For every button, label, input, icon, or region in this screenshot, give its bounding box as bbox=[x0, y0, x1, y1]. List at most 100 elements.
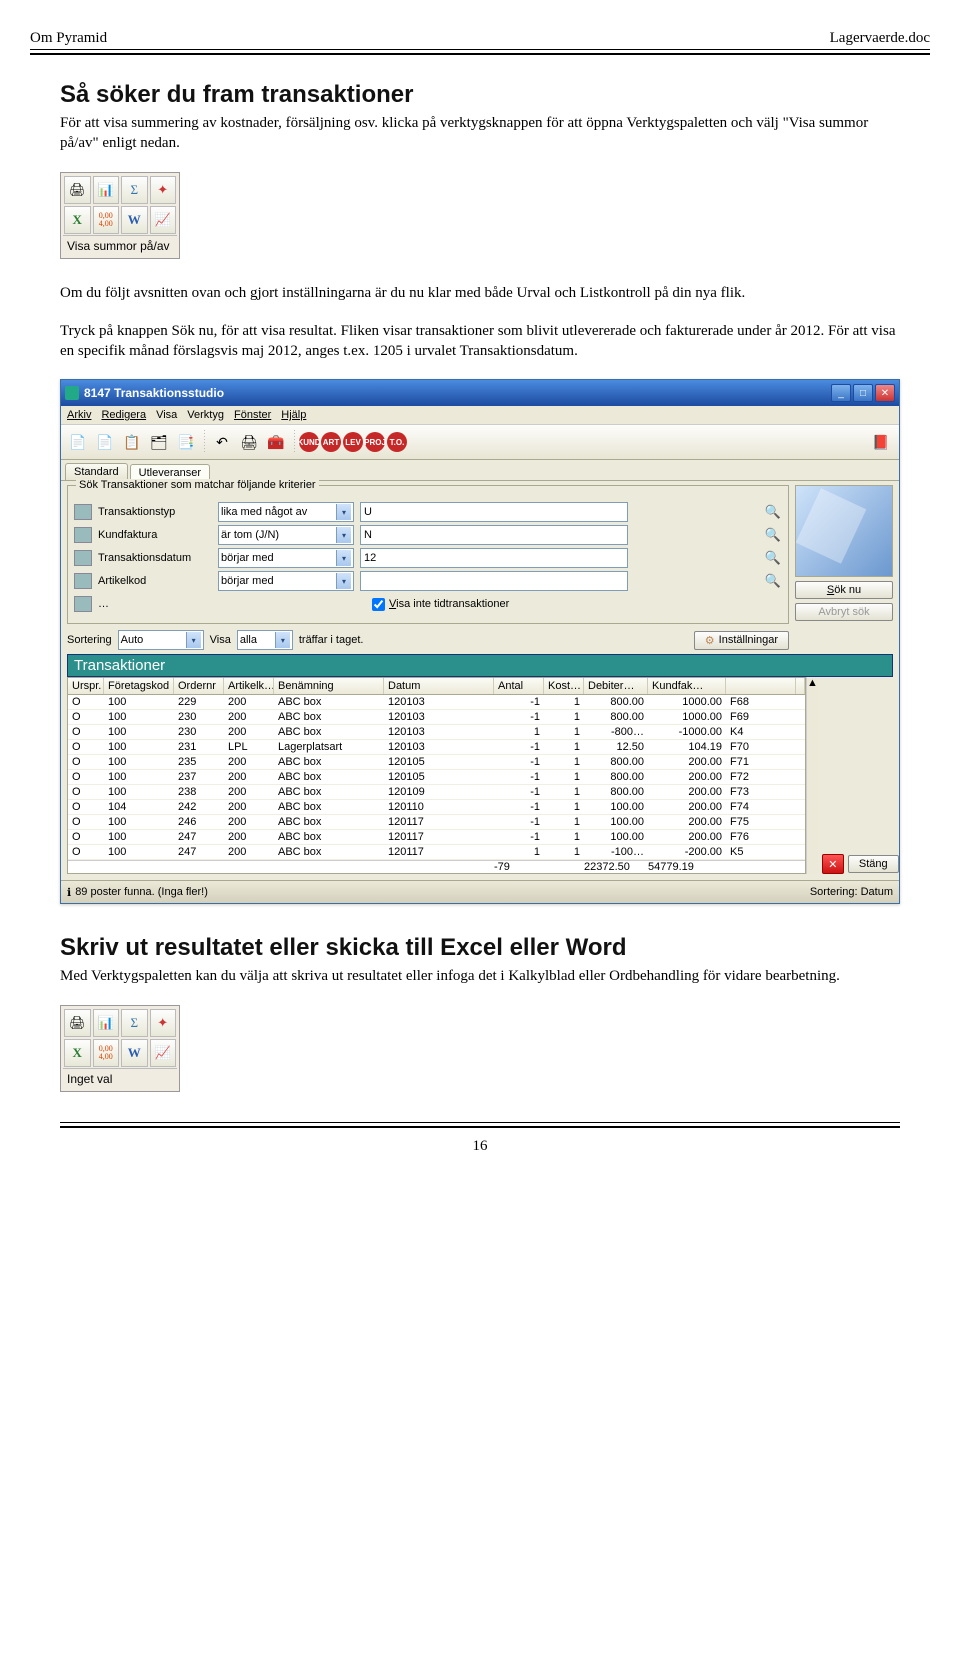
scrollbar-vertical[interactable]: ▲ bbox=[806, 677, 818, 874]
criteria-value-input[interactable]: U bbox=[360, 502, 628, 522]
table-cell: ABC box bbox=[274, 695, 384, 709]
col-datum[interactable]: Datum bbox=[384, 678, 494, 694]
col-foretagskod[interactable]: Företagskod bbox=[104, 678, 174, 694]
table-row[interactable]: O100247200ABC box12011711-100…-200.00K5 bbox=[68, 845, 805, 860]
sparkle-icon[interactable]: ✦ bbox=[150, 176, 177, 204]
table-row[interactable]: O100247200ABC box120117-11100.00200.00F7… bbox=[68, 830, 805, 845]
card-icon[interactable]: 🗂 bbox=[146, 429, 172, 455]
form-icon[interactable]: 📋 bbox=[119, 429, 145, 455]
chart-icon[interactable]: 📊 bbox=[93, 176, 120, 204]
col-urspr[interactable]: Urspr. bbox=[68, 678, 104, 694]
sum-cell bbox=[174, 861, 224, 873]
close-x-icon[interactable]: ✕ bbox=[822, 854, 844, 874]
new-doc-icon[interactable]: 📄 bbox=[65, 429, 91, 455]
criteria-value-input[interactable]: 12 bbox=[360, 548, 628, 568]
col-artikelk[interactable]: Artikelk… bbox=[224, 678, 274, 694]
titlebar[interactable]: 8147 Transaktionsstudio _ □ ✕ bbox=[61, 380, 899, 406]
tool-palette-2: 🖨 📊 Σ ✦ X 0,004,00 W 📈 Inget val bbox=[60, 1005, 180, 1092]
table-cell: O bbox=[68, 725, 104, 739]
table-row[interactable]: O104242200ABC box120110-11100.00200.00F7… bbox=[68, 800, 805, 815]
app-window: 8147 Transaktionsstudio _ □ ✕ Arkiv Redi… bbox=[60, 379, 900, 904]
menu-redigera-label: Redigera bbox=[101, 409, 146, 421]
criteria-value-input[interactable]: N bbox=[360, 525, 628, 545]
excel-icon[interactable]: X bbox=[64, 1039, 91, 1067]
table-row[interactable]: O100238200ABC box120109-11800.00200.00F7… bbox=[68, 785, 805, 800]
table-row[interactable]: O100230200ABC box120103-11800.001000.00F… bbox=[68, 710, 805, 725]
col-antal[interactable]: Antal bbox=[494, 678, 544, 694]
word-icon[interactable]: W bbox=[121, 1039, 148, 1067]
sort-combo[interactable]: Auto ▾ bbox=[118, 630, 204, 650]
search-icon[interactable]: 🔍 bbox=[764, 549, 782, 567]
chart-add-icon[interactable]: 📈 bbox=[150, 206, 177, 234]
col-benamning[interactable]: Benämning bbox=[274, 678, 384, 694]
stang-button[interactable]: Stäng bbox=[848, 855, 899, 873]
table-row[interactable]: O100229200ABC box120103-11800.001000.00F… bbox=[68, 695, 805, 710]
table-row[interactable]: O100237200ABC box120105-11800.00200.00F7… bbox=[68, 770, 805, 785]
round-to-icon[interactable]: T.O. bbox=[387, 432, 407, 452]
search-icon[interactable]: 🔍 bbox=[764, 526, 782, 544]
search-icon[interactable]: 🔍 bbox=[764, 572, 782, 590]
table-row[interactable]: O100231LPLLagerplatsart120103-1112.50104… bbox=[68, 740, 805, 755]
settings-button-label: Inställningar bbox=[719, 634, 778, 646]
criteria-operator-combo[interactable]: börjar med ▾ bbox=[218, 548, 354, 568]
criteria-value-input[interactable] bbox=[360, 571, 628, 591]
col-extra[interactable] bbox=[726, 678, 796, 694]
round-lev-icon[interactable]: LEV bbox=[343, 432, 363, 452]
sigma-icon[interactable]: Σ bbox=[121, 176, 148, 204]
menu-redigera[interactable]: Redigera bbox=[101, 409, 146, 421]
table-cell: 100.00 bbox=[584, 830, 648, 844]
sparkle-icon[interactable]: ✦ bbox=[150, 1009, 177, 1037]
menu-verktyg[interactable]: Verktyg bbox=[187, 409, 224, 421]
tab-standard[interactable]: Standard bbox=[65, 463, 128, 480]
list-icon[interactable]: 📑 bbox=[173, 429, 199, 455]
number-format-icon[interactable]: 0,004,00 bbox=[93, 206, 120, 234]
col-debiter[interactable]: Debiter… bbox=[584, 678, 648, 694]
word-icon[interactable]: W bbox=[121, 206, 148, 234]
criteria-operator-combo[interactable]: är tom (J/N) ▾ bbox=[218, 525, 354, 545]
round-kund-icon[interactable]: KUND bbox=[299, 432, 319, 452]
print-icon[interactable]: 🖨 bbox=[64, 1009, 91, 1037]
col-ordernr[interactable]: Ordernr bbox=[174, 678, 224, 694]
number-format-icon[interactable]: 0,004,00 bbox=[93, 1039, 120, 1067]
table-cell: 100.00 bbox=[584, 800, 648, 814]
minimize-button[interactable]: _ bbox=[831, 384, 851, 402]
round-proj-icon[interactable]: PROJ bbox=[365, 432, 385, 452]
table-cell bbox=[796, 755, 805, 769]
tools-icon[interactable]: 🧰 bbox=[263, 429, 289, 455]
table-cell: 1 bbox=[544, 800, 584, 814]
round-art-icon[interactable]: ART bbox=[321, 432, 341, 452]
table-cell: -1 bbox=[494, 740, 544, 754]
col-kost[interactable]: Kost… bbox=[544, 678, 584, 694]
maximize-button[interactable]: □ bbox=[853, 384, 873, 402]
search-icon[interactable]: 🔍 bbox=[764, 503, 782, 521]
print-icon[interactable]: 🖨 bbox=[64, 176, 91, 204]
excel-icon[interactable]: X bbox=[64, 206, 91, 234]
close-button[interactable]: ✕ bbox=[875, 384, 895, 402]
table-row[interactable]: O100235200ABC box120105-11800.00200.00F7… bbox=[68, 755, 805, 770]
table-row[interactable]: O100230200ABC box12010311-800…-1000.00K4 bbox=[68, 725, 805, 740]
sigma-icon[interactable]: Σ bbox=[121, 1009, 148, 1037]
undo-icon[interactable]: ↶ bbox=[209, 429, 235, 455]
criteria-operator-combo[interactable]: börjar med ▾ bbox=[218, 571, 354, 591]
table-cell: 120117 bbox=[384, 815, 494, 829]
menu-visa[interactable]: Visa bbox=[156, 409, 177, 421]
criteria-label: Artikelkod bbox=[98, 575, 218, 587]
sok-nu-button[interactable]: SSök nuök nu bbox=[795, 581, 893, 599]
new-doc2-icon[interactable]: 📄 bbox=[92, 429, 118, 455]
menu-fonster[interactable]: Fönster bbox=[234, 409, 271, 421]
table-row[interactable]: O100246200ABC box120117-11100.00200.00F7… bbox=[68, 815, 805, 830]
chart-add-icon[interactable]: 📈 bbox=[150, 1039, 177, 1067]
hide-time-checkbox[interactable] bbox=[372, 598, 385, 611]
settings-button[interactable]: ⚙ Inställningar bbox=[694, 631, 789, 650]
table-cell: -1000.00 bbox=[648, 725, 726, 739]
criteria-more-label[interactable]: … bbox=[98, 598, 218, 610]
book-icon[interactable]: 📕 bbox=[868, 429, 894, 455]
visa-combo[interactable]: alla ▾ bbox=[237, 630, 293, 650]
menu-hjalp[interactable]: Hjälp bbox=[281, 409, 306, 421]
criteria-operator-combo[interactable]: lika med något av ▾ bbox=[218, 502, 354, 522]
menu-arkiv[interactable]: Arkiv bbox=[67, 409, 91, 421]
chart-icon[interactable]: 📊 bbox=[93, 1009, 120, 1037]
sort-value: Auto bbox=[121, 634, 144, 646]
print-tb-icon[interactable]: 🖨 bbox=[236, 429, 262, 455]
col-kundfak[interactable]: Kundfak… bbox=[648, 678, 726, 694]
